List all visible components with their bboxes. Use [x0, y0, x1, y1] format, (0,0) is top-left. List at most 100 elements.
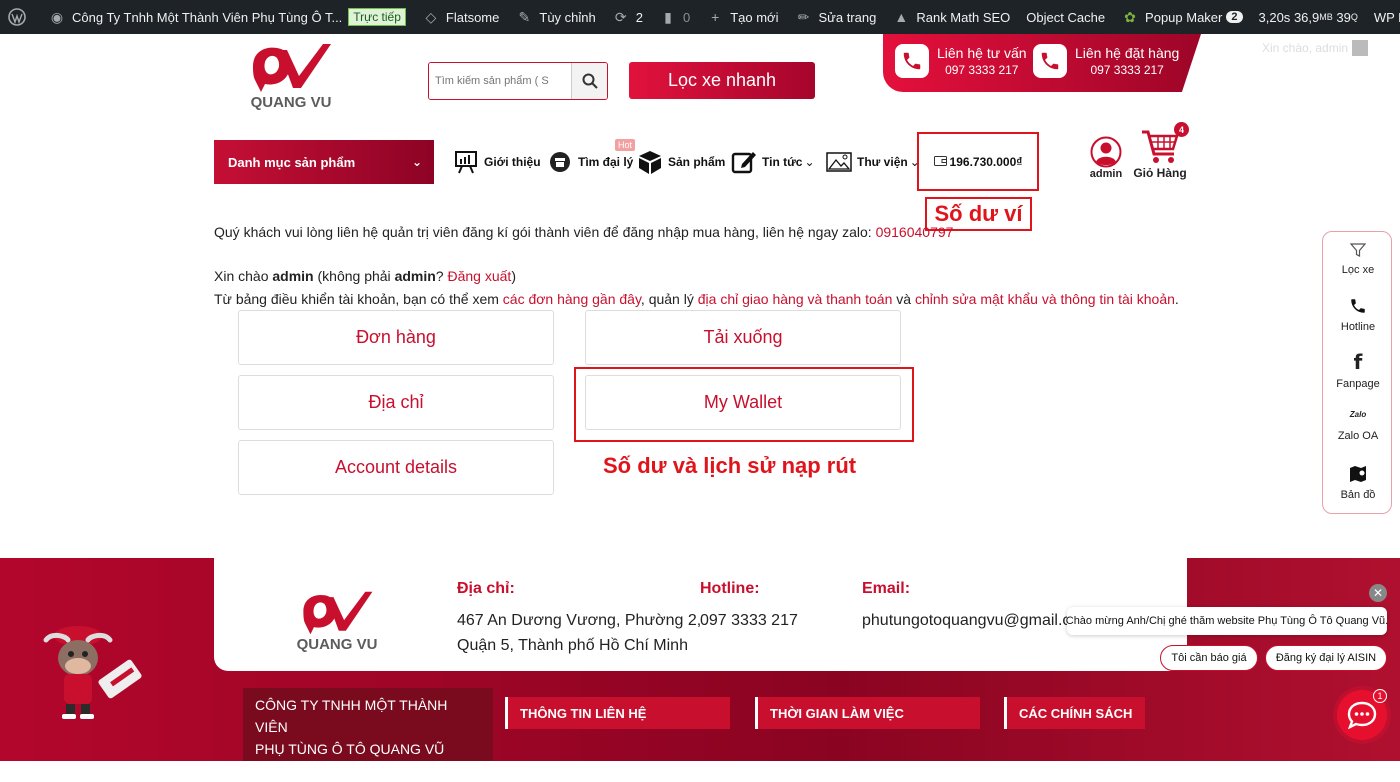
hello-mid: (không phải	[313, 268, 395, 284]
cart-count-badge: 4	[1174, 122, 1189, 137]
footer-logo[interactable]: QUANG VU	[292, 590, 382, 653]
contact-consult[interactable]: Liên hệ tư vấn 097 3333 217	[895, 44, 1027, 78]
wallet-history-annotation: Số dư và lịch sử nạp rút	[603, 453, 857, 478]
query-monitor-menu[interactable]: 3,20s 36,9 MB 39 Q	[1251, 0, 1366, 34]
rank-math-label: Rank Math SEO	[916, 9, 1011, 25]
perf-mem: 36,9	[1293, 9, 1320, 25]
hello-line: Xin chào admin (không phải admin? Đăng x…	[214, 268, 516, 284]
rank-math-icon: ▲	[894, 9, 909, 25]
hello-prefix: Xin chào	[214, 268, 273, 284]
cart-link[interactable]: 4 Giỏ Hàng	[1132, 122, 1189, 180]
greeting-account[interactable]: Xin chào, admin	[1262, 40, 1369, 56]
customize-label: Tùy chỉnh	[539, 9, 596, 25]
float-hotline-label: Hotline	[1340, 321, 1376, 333]
footer-tab-contact[interactable]: THÔNG TIN LIÊN HỆ	[505, 697, 730, 729]
contact-band: Liên hệ tư vấn 097 3333 217 Liên hệ đặt …	[883, 34, 1201, 92]
comments-link[interactable]: ▮ 0	[651, 0, 698, 34]
perf-mem-unit: MB	[1319, 12, 1333, 22]
category-menu-button[interactable]: Danh mục sản phẩm ⌄	[214, 140, 434, 184]
flatsome-menu[interactable]: ◇ Flatsome	[414, 0, 507, 34]
nav-products-label: Sản phẩm	[668, 155, 726, 169]
new-content-menu[interactable]: + Tạo mới	[698, 0, 786, 34]
float-filter[interactable]: Lọc xe	[1323, 242, 1393, 276]
footer-logo-word: QUANG VU	[296, 636, 378, 653]
rank-math-menu[interactable]: ▲ Rank Math SEO	[884, 0, 1018, 34]
float-map-label: Bản đồ	[1340, 489, 1376, 501]
account-label: admin	[1089, 168, 1123, 180]
account-link[interactable]: admin	[1086, 136, 1126, 180]
edit-account-link[interactable]: chỉnh sửa mật khẩu và thông tin tài khoả…	[915, 291, 1175, 307]
nav-news-label: Tin tức	[762, 155, 803, 169]
search-form	[428, 62, 608, 100]
dashboard-icon: ◉	[50, 8, 64, 25]
footer-hotline[interactable]: 097 3333 217	[700, 608, 798, 633]
hello-question: ?	[435, 268, 448, 284]
footer-tab-policy[interactable]: CÁC CHÍNH SÁCH	[1004, 697, 1145, 729]
dash-prefix: Từ bảng điều khiển tài khoản, bạn có thể…	[214, 291, 503, 307]
nav-find-dealer-label: Tìm đại lý	[578, 155, 634, 169]
updates-link[interactable]: ⟳ 2	[604, 0, 651, 34]
map-icon	[1350, 466, 1366, 482]
float-zalo-label: Zalo OA	[1337, 430, 1379, 442]
chat-quote-button[interactable]: Tôi cần báo giá	[1160, 645, 1258, 671]
greeting-text: Xin chào, admin	[1262, 41, 1349, 55]
recent-orders-link[interactable]: các đơn hàng gần đây	[503, 291, 641, 307]
quick-filter-button[interactable]: Lọc xe nhanh	[629, 62, 815, 99]
wallet-icon	[933, 155, 947, 169]
downloads-card[interactable]: Tải xuống	[585, 310, 901, 365]
company-line-3: Địa chỉ: 467 An Dương Vương,	[255, 763, 449, 779]
footer-tab-hours[interactable]: THỜI GIAN LÀM VIỆC	[755, 697, 980, 729]
wp-rocket-menu[interactable]: WP Rocket	[1366, 0, 1400, 34]
footer-address-line-2: Quận 5, Thành phố Hồ Chí Minh	[457, 637, 688, 654]
nav-intro[interactable]: Giới thiệu	[452, 145, 541, 179]
hello-user-2: admin	[394, 268, 436, 284]
search-button[interactable]	[571, 63, 607, 99]
site-name: Công Ty Tnhh Một Thành Viên Phụ Tùng Ô T…	[72, 9, 343, 25]
diamond-icon: ◇	[425, 8, 437, 25]
wallet-balance: 196.730.000₫	[949, 154, 1023, 169]
chat-bubble-icon	[1347, 701, 1377, 729]
site-name-menu[interactable]: ◉ Công Ty Tnhh Một Thành Viên Phụ Tùng Ô…	[40, 0, 414, 34]
presentation-board-icon	[452, 148, 480, 176]
address-card[interactable]: Địa chỉ	[238, 375, 554, 430]
contact-order[interactable]: Liên hệ đặt hàng 097 3333 217	[1033, 44, 1179, 78]
footer-email[interactable]: phutungotoquangvu@gmail.co	[862, 608, 1067, 633]
pencil-icon: ✏	[797, 8, 810, 25]
popup-maker-menu[interactable]: ✿ Popup Maker 2	[1113, 0, 1250, 34]
nav-library[interactable]: Thư viện ⌄	[825, 145, 920, 179]
footer-company-info: CÔNG TY TNHH MỘT THÀNH VIÊN PHỤ TÙNG Ô T…	[243, 688, 493, 779]
search-input[interactable]	[429, 63, 571, 99]
object-cache-menu[interactable]: Object Cache	[1018, 0, 1113, 34]
edit-page-link[interactable]: ✏ Sửa trang	[786, 0, 884, 34]
wp-logo-menu[interactable]	[0, 0, 40, 34]
popup-count-badge: 2	[1226, 11, 1243, 23]
site-logo[interactable]: QUANG VU	[246, 42, 336, 111]
float-map[interactable]: Bản đồ	[1323, 465, 1393, 501]
logout-link[interactable]: Đăng xuất	[447, 268, 511, 284]
float-fanpage[interactable]: f Fanpage	[1323, 352, 1393, 390]
wallet-card-highlight	[574, 367, 914, 442]
addresses-link[interactable]: địa chỉ giao hàng và thanh toán	[698, 291, 893, 307]
dash-end: .	[1174, 291, 1179, 307]
customize-link[interactable]: ✎ Tùy chỉnh	[507, 0, 603, 34]
chat-close-button[interactable]: ✕	[1369, 584, 1387, 602]
chat-dealer-button[interactable]: Đăng ký đại lý AISIN	[1265, 645, 1387, 671]
qv-logo-mark	[303, 591, 373, 635]
nav-news[interactable]: Tin tức ⌄	[730, 145, 815, 179]
mascot-image	[43, 626, 142, 719]
footer-email-title: Email:	[862, 580, 911, 597]
nav-products[interactable]: Sản phẩm	[636, 145, 725, 179]
float-hotline[interactable]: Hotline	[1323, 297, 1393, 333]
wallet-balance-link[interactable]: 196.730.000₫	[917, 132, 1039, 191]
close-icon: ✕	[1372, 586, 1384, 600]
flatsome-label: Flatsome	[445, 9, 500, 25]
dash-mid-2: và	[892, 291, 915, 307]
contact-consult-title: Liên hệ tư vấn	[937, 44, 1027, 61]
perf-queries: 39	[1336, 9, 1351, 25]
account-details-card[interactable]: Account details	[238, 440, 554, 495]
orders-card[interactable]: Đơn hàng	[238, 310, 554, 365]
footer-address-title: Địa chỉ:	[457, 580, 515, 597]
float-zalo[interactable]: Zalo Zalo OA	[1323, 410, 1393, 442]
float-fanpage-label: Fanpage	[1336, 378, 1380, 390]
zalo-phone-link[interactable]: 0916040797	[876, 224, 954, 240]
